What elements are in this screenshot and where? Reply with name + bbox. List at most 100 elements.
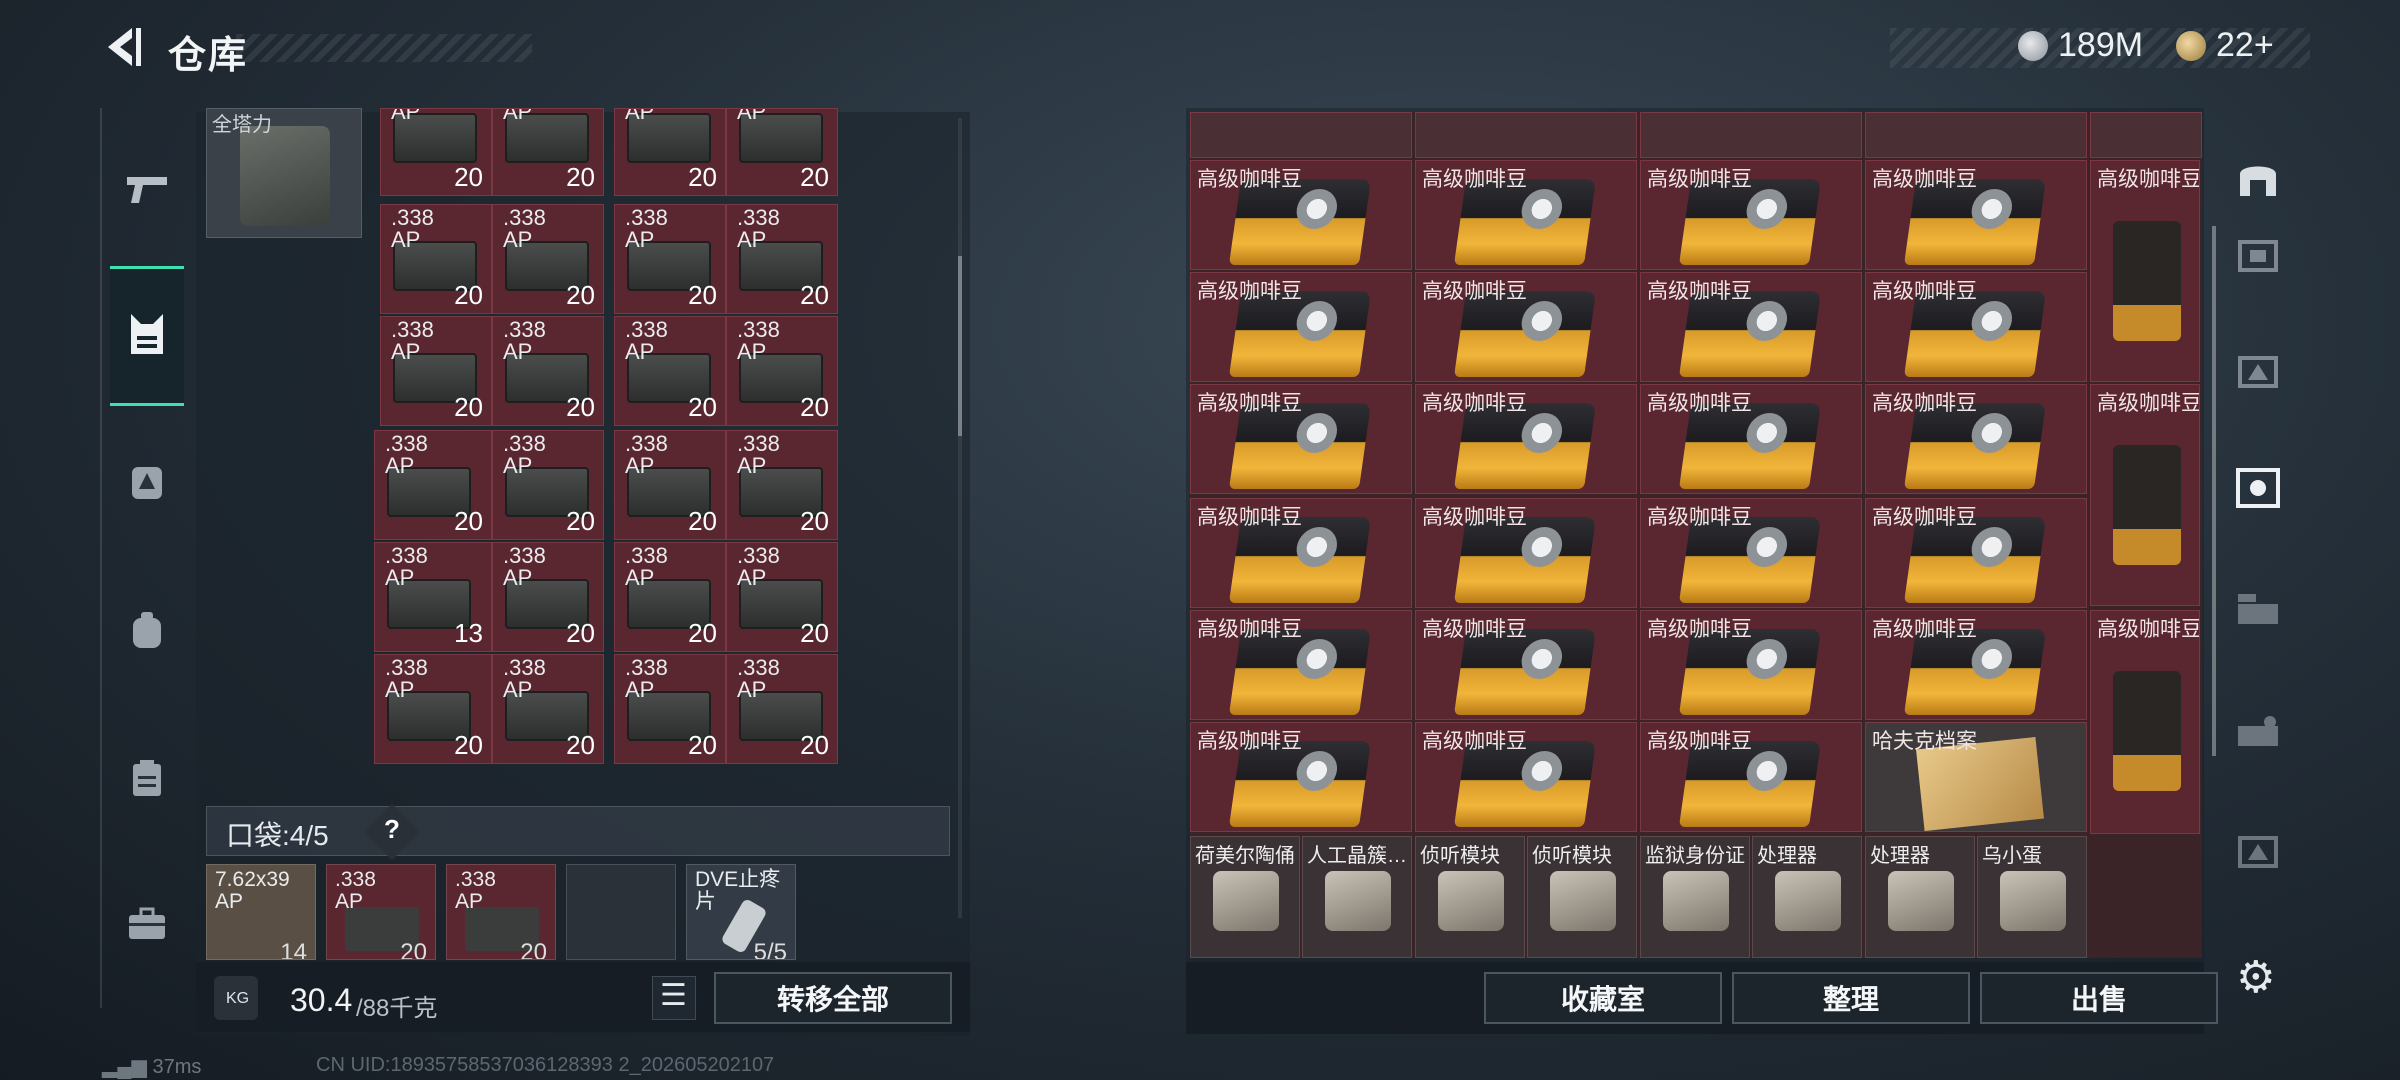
storage-item[interactable]: 乌小蛋 <box>1977 836 2087 958</box>
pocket-slot-empty[interactable] <box>566 864 676 960</box>
coffee-bean-item[interactable]: 高级咖啡豆 <box>1865 160 2087 270</box>
coffee-bean-item[interactable]: 高级咖啡豆 <box>1415 272 1637 382</box>
item-label: 哈夫克档案 <box>1872 730 1977 753</box>
coffee-bean-item[interactable]: 高级咖啡豆 <box>1190 160 1412 270</box>
coffee-pack-item[interactable]: 高级咖啡豆 <box>2090 160 2200 382</box>
ammo-slot[interactable]: .338 AP 20 <box>614 316 726 426</box>
pocket-slot[interactable]: .338 AP 20 <box>326 864 436 960</box>
ammo-slot[interactable]: .338 AP 13 <box>374 542 492 652</box>
ammo-label: .338 AP <box>625 431 668 478</box>
inventory-scrollbar-track[interactable] <box>958 118 962 918</box>
coffee-bean-item[interactable]: 高级咖啡豆 <box>1640 722 1862 832</box>
coffee-bean-item[interactable]: 高级咖啡豆 <box>1415 498 1637 608</box>
weapon-icon[interactable] <box>112 160 182 220</box>
back-button[interactable] <box>98 22 148 72</box>
clipboard-icon[interactable] <box>112 748 182 808</box>
coffee-bean-item[interactable]: 高级咖啡豆 <box>1865 610 2087 720</box>
coffee-bean-item[interactable]: 高级咖啡豆 <box>1190 384 1412 494</box>
pocket-slot[interactable]: .338 AP 20 <box>446 864 556 960</box>
toolbox-icon[interactable] <box>112 894 182 954</box>
coffee-bean-item[interactable]: 高级咖啡豆 <box>1640 498 1862 608</box>
backpack-icon[interactable] <box>112 600 182 660</box>
ammo-slot[interactable]: .338 AP 20 <box>726 654 838 764</box>
gti-icon[interactable] <box>2230 582 2286 638</box>
pocket-slot[interactable]: 7.62x39 AP 14 <box>206 864 316 960</box>
ammo-slot[interactable]: .338 AP 20 <box>614 204 726 314</box>
ammo-slot[interactable]: .338 AP 20 <box>492 542 604 652</box>
ammo-slot[interactable]: AP 20 <box>492 108 604 196</box>
vest-icon[interactable] <box>112 304 182 364</box>
item-label: 高级咖啡豆 <box>1197 392 1302 415</box>
coffee-bean-item[interactable]: 高级咖啡豆 <box>1865 384 2087 494</box>
coffee-bean-item[interactable]: 高级咖啡豆 <box>1640 160 1862 270</box>
coffee-bean-item[interactable]: 高级咖啡豆 <box>1415 722 1637 832</box>
ammo-slot[interactable]: AP 20 <box>380 108 492 196</box>
storage-item[interactable]: 荷美尔陶俑 <box>1190 836 1300 958</box>
storage-item[interactable]: 人工晶簇… <box>1302 836 1412 958</box>
gold-currency[interactable]: 22+ <box>2176 26 2274 65</box>
coffee-bean-item[interactable]: 高级咖啡豆 <box>1865 498 2087 608</box>
storage-item[interactable]: 处理器 <box>1865 836 1975 958</box>
sort-button[interactable]: 整理 <box>1732 972 1970 1024</box>
inventory-scrollbar-thumb[interactable] <box>958 256 962 436</box>
ammo-slot[interactable]: AP 20 <box>726 108 838 196</box>
ammo-slot[interactable]: .338 AP 20 <box>614 654 726 764</box>
ammo-slot[interactable]: .338 AP 20 <box>726 430 838 540</box>
storage-item[interactable]: 侦听模块 <box>1527 836 1637 958</box>
ammo-label: .338 AP <box>385 431 428 478</box>
coffee-bean-item[interactable]: 高级咖啡豆 <box>1415 610 1637 720</box>
storage-cell-partial[interactable] <box>1640 112 1862 158</box>
coffee-pack-image <box>2113 671 2181 791</box>
coffee-pack-item[interactable]: 高级咖啡豆 <box>2090 610 2200 834</box>
ammo-slot[interactable]: .338 AP 20 <box>726 542 838 652</box>
gti-2-icon[interactable] <box>2230 704 2286 760</box>
storage-cell-partial[interactable] <box>1415 112 1637 158</box>
ammo-slot[interactable]: .338 AP 20 <box>492 204 604 314</box>
storage-cell-partial[interactable] <box>1190 112 1412 158</box>
coffee-bean-item[interactable]: 高级咖啡豆 <box>1640 610 1862 720</box>
coffee-bean-item[interactable]: 高级咖啡豆 <box>1415 160 1637 270</box>
ammo-slot[interactable]: .338 AP 20 <box>380 316 492 426</box>
ammo-slot[interactable]: .338 AP 20 <box>374 430 492 540</box>
coffee-pack-item[interactable]: 高级咖啡豆 <box>2090 384 2200 606</box>
storage-cell-partial[interactable] <box>2090 112 2202 158</box>
haffk-file-item[interactable]: 哈夫克档案 <box>1865 722 2087 832</box>
ammo-slot[interactable]: .338 AP 20 <box>492 430 604 540</box>
tier4-icon[interactable] <box>2230 344 2286 400</box>
coffee-bean-item[interactable]: 高级咖啡豆 <box>1640 384 1862 494</box>
item-label: 侦听模块 <box>1420 845 1500 867</box>
storage-item[interactable]: 处理器 <box>1752 836 1862 958</box>
armor-icon[interactable] <box>112 452 182 512</box>
coffee-bean-item[interactable]: 高级咖啡豆 <box>1415 384 1637 494</box>
ammo-slot[interactable]: .338 AP 20 <box>726 316 838 426</box>
item-label: 高级咖啡豆 <box>1872 280 1977 303</box>
storage-cell-partial[interactable] <box>1865 112 2087 158</box>
pocket-slot[interactable]: DVE止疼片 5/5 <box>686 864 796 960</box>
collection-room-button[interactable]: 收藏室 <box>1484 972 1722 1024</box>
ammo-slot[interactable]: .338 AP 20 <box>614 430 726 540</box>
ammo-slot[interactable]: .338 AP 20 <box>492 654 604 764</box>
stash-icon[interactable] <box>2230 150 2286 206</box>
ammo-slot[interactable]: .338 AP 20 <box>492 316 604 426</box>
coffee-bean-item[interactable]: 高级咖啡豆 <box>1190 610 1412 720</box>
tier4-b-icon[interactable] <box>2230 824 2286 880</box>
collection-icon[interactable] <box>2230 460 2286 516</box>
item-label: 高级咖啡豆 <box>1647 392 1752 415</box>
sell-button[interactable]: 出售 <box>1980 972 2218 1024</box>
ammo-slot[interactable]: .338 AP 20 <box>374 654 492 764</box>
storage-item[interactable]: 侦听模块 <box>1415 836 1525 958</box>
coffee-bean-item[interactable]: 高级咖啡豆 <box>1190 722 1412 832</box>
coffee-bean-item[interactable]: 高级咖啡豆 <box>1865 272 2087 382</box>
tier3-icon[interactable] <box>2230 228 2286 284</box>
storage-item[interactable]: 监狱身份证 <box>1640 836 1750 958</box>
ammo-slot[interactable]: .338 AP 20 <box>726 204 838 314</box>
storage-scrollbar-thumb[interactable] <box>2212 226 2216 756</box>
coffee-bean-item[interactable]: 高级咖啡豆 <box>1640 272 1862 382</box>
ammo-slot[interactable]: AP 20 <box>614 108 726 196</box>
silver-currency[interactable]: 189M <box>2018 26 2143 65</box>
ammo-slot[interactable]: .338 AP 20 <box>380 204 492 314</box>
transfer-all-button[interactable]: 转移全部 <box>714 972 952 1024</box>
coffee-bean-item[interactable]: 高级咖啡豆 <box>1190 498 1412 608</box>
ammo-slot[interactable]: .338 AP 20 <box>614 542 726 652</box>
coffee-bean-item[interactable]: 高级咖啡豆 <box>1190 272 1412 382</box>
